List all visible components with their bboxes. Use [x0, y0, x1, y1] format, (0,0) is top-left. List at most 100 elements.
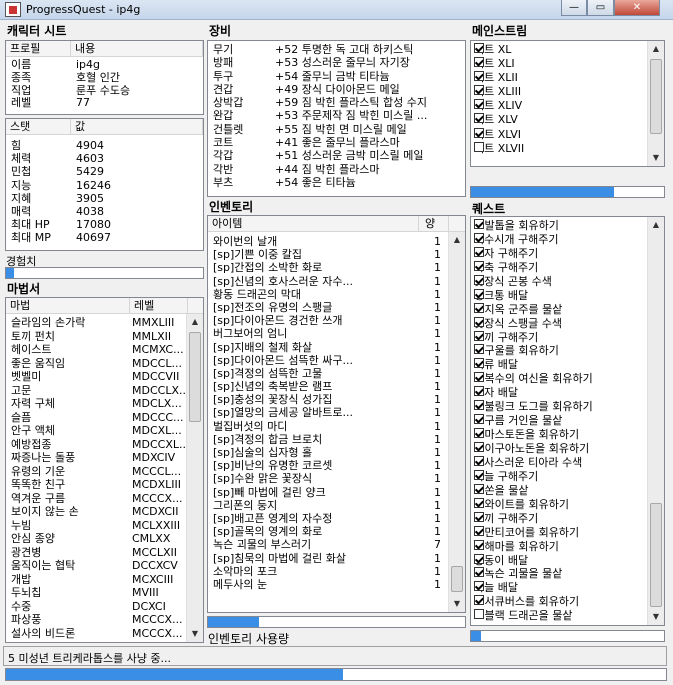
inventory-row[interactable]: 소악마의 포크 1 [208, 565, 465, 578]
equipment-row[interactable]: 부츠 +54 좋은 티타늄 [208, 176, 465, 189]
inventory-row[interactable]: [sp]심술의 십자형 홀 1 [208, 446, 465, 459]
trait-row[interactable]: 이름 ip4g [6, 59, 203, 72]
spell-row[interactable]: 안심 종양 CMLXX [6, 532, 203, 546]
stat-row[interactable]: 매력 4038 [6, 205, 203, 218]
checked-checkbox-icon[interactable] [474, 525, 484, 536]
checked-checkbox-icon[interactable] [474, 316, 484, 327]
inventory-scrollbar[interactable]: ▲ ▼ [448, 232, 465, 612]
spell-row[interactable]: 보이지 않는 손 MCDXCII [6, 505, 203, 519]
quest-row[interactable]: 2 녹슨 괴물을 물샅 [471, 567, 664, 581]
quest-row[interactable]: 2 쏜을 물샅 [471, 483, 664, 498]
checked-checkbox-icon[interactable] [474, 288, 484, 299]
inventory-row[interactable]: [sp]전조의 유명의 스팽글 1 [208, 301, 465, 314]
inventory-row[interactable]: [sp]신념의 축복받은 램프 1 [208, 380, 465, 393]
plot-scrollbar[interactable]: ▲ ▼ [647, 41, 664, 166]
plot-list[interactable]: 액트 XL 액트 XLI 액트 XLII 액트 XLIII 액트 XLIV 액트 XLV 액… [470, 40, 665, 167]
quest-row[interactable]: 2 만티코어를 회유하기 [471, 525, 664, 540]
spell-row[interactable]: 똑똑한 친구 MCDXLIII [6, 478, 203, 492]
spell-row[interactable]: 역겨운 구름 MCCCX... [6, 492, 203, 506]
spell-row[interactable]: 자력 구체 MDCLX... [6, 397, 203, 411]
equipment-row[interactable]: 완갑 +53 주문제작 짐 박힌 미스릴 ... [208, 109, 465, 122]
inventory-row[interactable]: [sp]다이아몬드 경건한 쓰개 1 [208, 314, 465, 327]
equipment-row[interactable]: 각갑 +51 성스러운 금박 미스릴 메일 [208, 149, 465, 162]
quest-row[interactable]: 2 구울를 회유하기 [471, 344, 664, 358]
act-row[interactable]: 액트 XLIII [471, 85, 664, 99]
act-row[interactable]: 액트 XLIV [471, 99, 664, 113]
quest-row[interactable]: 토끼 구해주기 [471, 330, 664, 345]
scroll-up-icon[interactable]: ▲ [187, 314, 203, 330]
trait-row[interactable]: 레벨 77 [6, 97, 203, 110]
col-stat-value[interactable]: 값 [71, 119, 203, 135]
checked-checkbox-icon[interactable] [474, 511, 484, 522]
col-item[interactable]: 아이템 [208, 216, 419, 232]
equipment-row[interactable]: 각반 +44 짐 박힌 플라스마 [208, 163, 465, 176]
checked-checkbox-icon[interactable] [474, 302, 484, 313]
quest-row[interactable]: 호사스러운 티아라 수색 [471, 455, 664, 470]
checked-checkbox-icon[interactable] [474, 71, 484, 82]
col-value[interactable]: 내용 [71, 41, 203, 57]
checked-checkbox-icon[interactable] [474, 57, 484, 68]
unchecked-checkbox-icon[interactable] [474, 141, 484, 152]
quest-row[interactable]: 2 이구아노돈을 회유하기 [471, 442, 664, 456]
stat-row[interactable]: 체력 4603 [6, 152, 203, 165]
quest-list[interactable]: 2 발톱을 회유하기 미수시개 구해주기 모자 구해주기 차축 구해주기 꽃장식 곤봉 … [470, 216, 665, 626]
quest-scrollbar[interactable]: ▲ ▼ [647, 217, 664, 625]
spell-row[interactable]: 광견병 MCCLXII [6, 546, 203, 560]
quest-row[interactable]: 꽃장식 스팽글 수색 [471, 316, 664, 331]
checked-checkbox-icon[interactable] [474, 232, 484, 243]
traits-list[interactable]: 프로필 내용 이름 ip4g 종족 호혈 인간 직업 룬푸 수도승 레벨 77 [5, 40, 204, 115]
spell-row[interactable]: 좋은 움직임 MDCCL... [6, 357, 203, 371]
spell-row[interactable]: 헤이스트 MCMXC... [6, 343, 203, 357]
checked-checkbox-icon[interactable] [474, 581, 484, 592]
act-row[interactable]: 액트 XLII [471, 71, 664, 85]
scroll-down-icon[interactable]: ▼ [648, 609, 664, 625]
spell-row[interactable]: 토끼 펀치 MMLXII [6, 330, 203, 344]
inventory-row[interactable]: [sp]다이아몬드 섬뜩한 싸구... 1 [208, 354, 465, 367]
scroll-up-icon[interactable]: ▲ [449, 232, 465, 248]
checked-checkbox-icon[interactable] [474, 219, 484, 229]
trait-row[interactable]: 직업 룬푸 수도승 [6, 85, 203, 98]
checked-checkbox-icon[interactable] [474, 595, 484, 606]
spell-row[interactable]: 벳벨미 MDCCVII [6, 370, 203, 384]
inventory-row[interactable]: [sp]침묵의 마법에 걸린 화살 1 [208, 552, 465, 565]
quest-row[interactable]: 차축 구해주기 [471, 260, 664, 275]
inventory-row[interactable]: 그리폰의 둥지 1 [208, 499, 465, 512]
spell-row[interactable]: 개밥 MCXCIII [6, 573, 203, 587]
spell-row[interactable]: 누빔 MCLXXIII [6, 519, 203, 533]
equipment-row[interactable]: 건틀렛 +55 짐 박힌 면 미스릴 메일 [208, 123, 465, 136]
act-row[interactable]: 액트 XLVI [471, 127, 664, 142]
spell-row[interactable]: 슬픔 MDCCC... [6, 411, 203, 425]
checked-checkbox-icon[interactable] [474, 442, 484, 452]
col-spell[interactable]: 마법 [6, 298, 130, 314]
maximize-button[interactable]: ▭ [587, 0, 614, 16]
stat-row[interactable]: 지혜 3905 [6, 192, 203, 205]
quest-row[interactable]: 토끼 구해주기 [471, 511, 664, 526]
quest-row[interactable]: 2 블랙 드래곤을 물샅 [471, 609, 664, 623]
equipment-row[interactable]: 무기 +52 투명한 독 고대 하키스틱 [208, 43, 465, 56]
inventory-row[interactable]: [sp]열망의 금세공 알바트로... 1 [208, 406, 465, 419]
scroll-up-icon[interactable]: ▲ [648, 41, 664, 57]
quest-row[interactable]: 2 지옥 군주를 물샅 [471, 302, 664, 317]
checked-checkbox-icon[interactable] [474, 246, 484, 257]
stats-list[interactable]: 스탯 값 힘 4904 체력 4603 민첩 5429 지능 16246 지혜 3905 매력 4038… [5, 118, 204, 251]
equipment-row[interactable]: 상박갑 +59 짐 박힌 플라스틱 합성 수지 [208, 96, 465, 109]
checked-checkbox-icon[interactable] [474, 358, 484, 369]
checked-checkbox-icon[interactable] [474, 400, 484, 411]
quest-row[interactable]: 2 구름 거인을 물샅 [471, 414, 664, 428]
stat-row[interactable]: 민첩 5429 [6, 165, 203, 178]
spell-row[interactable]: 짜증나는 돌풍 MDXCIV [6, 451, 203, 465]
unchecked-checkbox-icon[interactable] [474, 609, 484, 620]
checked-checkbox-icon[interactable] [474, 127, 484, 138]
inventory-row[interactable]: 와이번의 날개 1 [208, 235, 465, 248]
col-trait[interactable]: 프로필 [6, 41, 71, 57]
quest-row[interactable]: 2 서큐버스를 회유하기 [471, 595, 664, 609]
spell-list[interactable]: 마법 레벨 슬라임의 손가락 MMXLIII 토끼 펀치 MMLXII 헤이스트 MCMXC… [5, 297, 204, 643]
scroll-down-icon[interactable]: ▼ [187, 626, 203, 642]
spell-scrollbar[interactable]: ▲ ▼ [186, 314, 203, 642]
equipment-list[interactable]: 무기 +52 투명한 독 고대 하키스틱 방패 +53 성스러운 줄무늬 자기장 투구 +… [207, 40, 466, 197]
quest-row[interactable]: 2 발톱을 회유하기 [471, 219, 664, 233]
scroll-down-icon[interactable]: ▼ [449, 596, 465, 612]
quest-row[interactable]: 바늘 배달 [471, 581, 664, 595]
trait-row[interactable]: 종족 호혈 인간 [6, 72, 203, 85]
col-qty[interactable]: 양 [419, 216, 449, 232]
